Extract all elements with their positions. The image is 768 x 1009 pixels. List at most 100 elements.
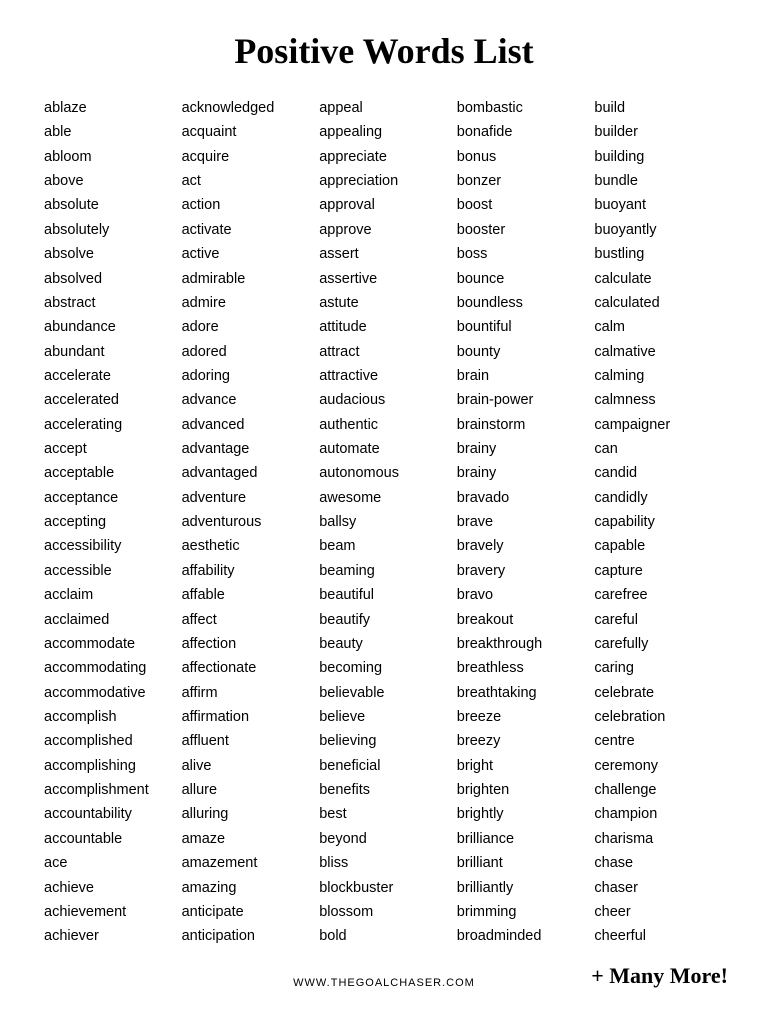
word-item: believing (319, 729, 449, 753)
word-item: absolved (44, 267, 174, 291)
word-item: allure (182, 778, 312, 802)
word-item: cheer (594, 900, 724, 924)
word-item: activate (182, 218, 312, 242)
word-item: breakthrough (457, 632, 587, 656)
word-item: booster (457, 218, 587, 242)
word-item: acceptable (44, 461, 174, 485)
word-item: bundle (594, 169, 724, 193)
word-item: audacious (319, 388, 449, 412)
word-item: bravo (457, 583, 587, 607)
word-item: accessible (44, 559, 174, 583)
word-item: amazement (182, 851, 312, 875)
word-item: accomplished (44, 729, 174, 753)
word-item: affirmation (182, 705, 312, 729)
word-item: accommodate (44, 632, 174, 656)
word-item: centre (594, 729, 724, 753)
word-item: awesome (319, 486, 449, 510)
word-item: amaze (182, 827, 312, 851)
word-item: candidly (594, 486, 724, 510)
word-item: achiever (44, 924, 174, 948)
word-item: active (182, 242, 312, 266)
word-item: acquire (182, 145, 312, 169)
word-item: action (182, 193, 312, 217)
word-item: becoming (319, 656, 449, 680)
word-item: careful (594, 608, 724, 632)
col1: ablazeableabloomaboveabsoluteabsolutelya… (40, 96, 178, 949)
word-item: attract (319, 340, 449, 364)
word-item: brainy (457, 437, 587, 461)
word-item: affectionate (182, 656, 312, 680)
word-item: calmative (594, 340, 724, 364)
word-item: anticipation (182, 924, 312, 948)
word-item: calm (594, 315, 724, 339)
word-item: beautify (319, 608, 449, 632)
word-item: advance (182, 388, 312, 412)
word-item: charisma (594, 827, 724, 851)
word-item: affluent (182, 729, 312, 753)
word-item: boundless (457, 291, 587, 315)
word-item: absolute (44, 193, 174, 217)
word-item: abloom (44, 145, 174, 169)
word-item: boss (457, 242, 587, 266)
word-item: bombastic (457, 96, 587, 120)
col3: appealappealingappreciateappreciationapp… (315, 96, 453, 949)
word-item: appreciate (319, 145, 449, 169)
word-item: abundant (44, 340, 174, 364)
word-item: bravado (457, 486, 587, 510)
word-item: acclaim (44, 583, 174, 607)
word-item: accountability (44, 802, 174, 826)
word-item: affability (182, 559, 312, 583)
col5: buildbuilderbuildingbundlebuoyantbuoyant… (590, 96, 728, 949)
word-item: broadminded (457, 924, 587, 948)
word-item: candid (594, 461, 724, 485)
word-item: accepting (44, 510, 174, 534)
word-item: breathtaking (457, 681, 587, 705)
word-item: brave (457, 510, 587, 534)
word-item: automate (319, 437, 449, 461)
word-item: capable (594, 534, 724, 558)
word-item: bliss (319, 851, 449, 875)
word-item: achieve (44, 876, 174, 900)
word-item: aesthetic (182, 534, 312, 558)
word-item: accessibility (44, 534, 174, 558)
word-item: brainy (457, 461, 587, 485)
word-item: breakout (457, 608, 587, 632)
word-item: acknowledged (182, 96, 312, 120)
word-item: bonus (457, 145, 587, 169)
word-item: brain-power (457, 388, 587, 412)
word-item: adored (182, 340, 312, 364)
footer-url: WWW.THEGOALCHASER.COM (200, 977, 568, 989)
word-item: calculate (594, 267, 724, 291)
word-item: chaser (594, 876, 724, 900)
word-item: beaming (319, 559, 449, 583)
word-item: chase (594, 851, 724, 875)
word-item: accelerate (44, 364, 174, 388)
page-title: Positive Words List (40, 30, 728, 72)
word-item: attractive (319, 364, 449, 388)
word-item: campaigner (594, 413, 724, 437)
word-item: abstract (44, 291, 174, 315)
more-text: + Many More! (568, 963, 728, 989)
word-item: bright (457, 754, 587, 778)
word-item: ace (44, 851, 174, 875)
word-item: cheerful (594, 924, 724, 948)
word-item: affirm (182, 681, 312, 705)
word-item: brilliant (457, 851, 587, 875)
word-item: abundance (44, 315, 174, 339)
word-item: brain (457, 364, 587, 388)
word-item: can (594, 437, 724, 461)
word-item: bonafide (457, 120, 587, 144)
word-item: beam (319, 534, 449, 558)
word-item: build (594, 96, 724, 120)
word-item: boost (457, 193, 587, 217)
word-item: achievement (44, 900, 174, 924)
word-item: advantage (182, 437, 312, 461)
word-item: absolutely (44, 218, 174, 242)
word-item: celebration (594, 705, 724, 729)
word-item: challenge (594, 778, 724, 802)
word-item: calming (594, 364, 724, 388)
word-item: accountable (44, 827, 174, 851)
word-item: champion (594, 802, 724, 826)
word-item: brilliance (457, 827, 587, 851)
word-grid: ablazeableabloomaboveabsoluteabsolutelya… (40, 96, 728, 949)
